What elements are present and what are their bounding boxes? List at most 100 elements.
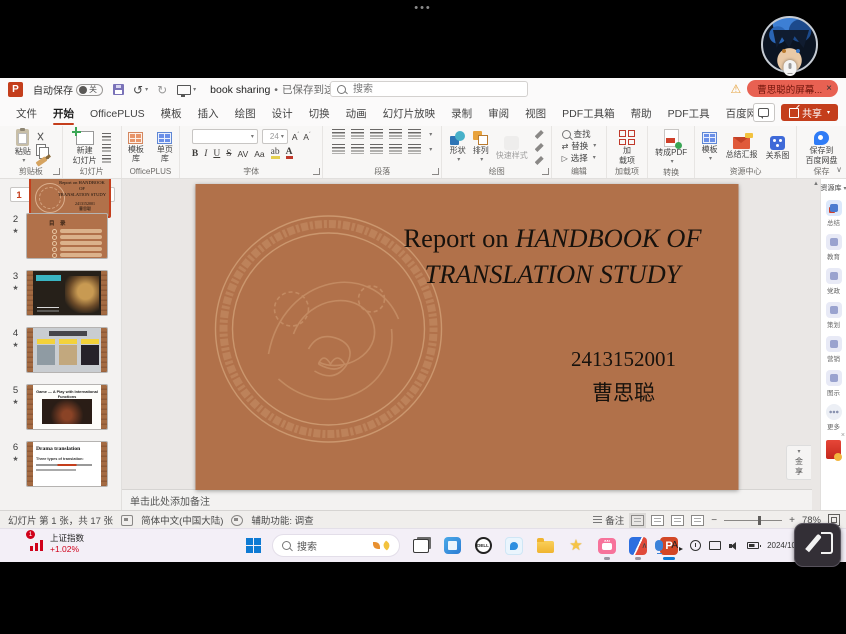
highlight-icon[interactable]: ab	[271, 148, 280, 159]
tray-display-icon[interactable]	[709, 541, 721, 550]
menu-tab-officeplus[interactable]: OfficePLUS	[82, 101, 153, 126]
ime-indicator[interactable]: A	[671, 540, 682, 551]
scroll-up-icon[interactable]: ▲	[813, 181, 819, 510]
slide-author-textbox[interactable]: 2413152001 曹思聪	[514, 342, 734, 410]
tray-microphone-icon[interactable]	[655, 540, 663, 551]
menu-tab-insert[interactable]: 插入	[190, 101, 227, 126]
slide-1[interactable]: Report on HANDBOOK OF TRANSLATION STUDY …	[196, 184, 739, 490]
paste-button[interactable]: 粘贴 ▾	[15, 129, 31, 166]
layout-icon[interactable]	[102, 133, 111, 141]
columns-icon[interactable]	[408, 144, 421, 154]
slide-canvas[interactable]: Report on HANDBOOK OF TRANSLATION STUDY …	[122, 179, 812, 489]
sidebar-item-diagram[interactable]: 图示	[826, 370, 842, 397]
star-app-button[interactable]: ★	[566, 533, 586, 559]
shape-effects-icon[interactable]	[535, 156, 544, 165]
menu-tab-home[interactable]: 开始	[45, 101, 82, 126]
menu-tab-slideshow[interactable]: 幻灯片放映	[375, 101, 444, 126]
notes-pane[interactable]: 单击此处添加备注	[122, 489, 812, 510]
quick-styles-button[interactable]: 快速样式	[496, 136, 528, 160]
slide-sorter-view-button[interactable]	[651, 515, 664, 526]
collapsed-side-tab[interactable]: ▾ 金享	[786, 445, 811, 480]
comments-button[interactable]	[753, 103, 775, 122]
save-to-pan-button[interactable]: 保存到 百度网盘	[805, 131, 837, 165]
bold-icon[interactable]: B	[192, 149, 198, 159]
drawing-dialog-launcher[interactable]	[542, 168, 549, 175]
arrange-button[interactable]: 排列 ▾	[473, 131, 489, 165]
quick-access-caret-icon[interactable]: ▾	[193, 86, 196, 93]
new-slide-button[interactable]: 新建 幻灯片	[73, 131, 97, 165]
shrink-font-icon[interactable]: Aˇ	[303, 132, 310, 142]
menu-tab-design[interactable]: 设计	[264, 101, 301, 126]
tray-date[interactable]: 2024/10	[767, 541, 796, 550]
template-button[interactable]: 模板 ▾	[702, 132, 718, 164]
menu-tab-animations[interactable]: 动画	[338, 101, 375, 126]
italic-icon[interactable]: I	[204, 149, 207, 159]
sidebar-item-more[interactable]: 更多	[826, 404, 842, 431]
battery-icon[interactable]	[747, 542, 759, 549]
tray-clock-icon[interactable]	[690, 540, 701, 551]
taskbar-search[interactable]: 搜索	[272, 534, 400, 557]
webcam-avatar[interactable]	[761, 16, 818, 73]
accessibility-status[interactable]: 辅助功能: 调查	[251, 513, 313, 527]
increase-indent-icon[interactable]	[389, 129, 402, 139]
align-right-icon[interactable]	[370, 144, 383, 154]
convert-pdf-button[interactable]: 转成PDF ▾	[655, 129, 687, 167]
numbering-icon[interactable]	[351, 129, 364, 139]
menu-tab-file[interactable]: 文件	[8, 101, 45, 126]
snip-overlay-button[interactable]	[794, 523, 841, 567]
screen-share-pill[interactable]: 曹思聪的屏幕... ×	[747, 80, 838, 97]
decrease-indent-icon[interactable]	[370, 129, 383, 139]
strikethrough-icon[interactable]: S	[226, 149, 231, 159]
line-spacing-icon[interactable]	[408, 129, 421, 139]
menu-tab-review[interactable]: 审阅	[480, 101, 517, 126]
autosave-switch[interactable]: 关	[76, 84, 103, 96]
menu-tab-pdf-toolbox[interactable]: PDF工具箱	[554, 101, 623, 126]
menu-tab-transitions[interactable]: 切换	[301, 101, 338, 126]
vertical-scrollbar[interactable]: ▲	[812, 179, 820, 510]
align-left-icon[interactable]	[332, 144, 345, 154]
text-direction-caret-icon[interactable]: ▾	[429, 146, 432, 153]
paragraph-dialog-launcher[interactable]	[432, 168, 439, 175]
section-icon[interactable]	[102, 155, 111, 163]
bilibili-button[interactable]	[597, 533, 617, 559]
menu-tab-help[interactable]: 帮助	[623, 101, 660, 126]
shapes-button[interactable]: 形状 ▾	[450, 131, 466, 165]
menu-tab-template[interactable]: 模板	[153, 101, 190, 126]
volume-icon[interactable]	[729, 542, 739, 550]
change-case-icon[interactable]: Aa	[254, 149, 264, 159]
share-button[interactable]: 共享 ▾	[781, 104, 838, 121]
char-spacing-icon[interactable]: AV	[238, 149, 249, 159]
summary-report-button[interactable]: 总结汇报	[726, 137, 758, 159]
chat-app-button[interactable]	[504, 533, 524, 559]
replace-button[interactable]: ⇄替换▾	[562, 141, 597, 152]
menu-tab-pdf-tools[interactable]: PDF工具	[660, 101, 718, 126]
bullets-icon[interactable]	[332, 129, 345, 139]
thumbnail-2[interactable]: 2★ 目 录	[10, 213, 115, 259]
dell-app-button[interactable]: DELL	[473, 533, 493, 559]
slideshow-view-button[interactable]	[691, 515, 704, 526]
reset-icon[interactable]	[102, 144, 111, 152]
red-envelope-icon[interactable]	[826, 440, 841, 459]
thumbnail-5[interactable]: 5★ Game — A Play with International Func…	[10, 384, 115, 430]
clipboard-dialog-launcher[interactable]	[53, 168, 60, 175]
font-dialog-launcher[interactable]	[313, 168, 320, 175]
relation-diagram-button[interactable]: 关系图	[766, 136, 790, 160]
undo-caret-icon[interactable]: ▾	[145, 86, 148, 93]
search-input[interactable]	[351, 83, 521, 96]
file-explorer-button[interactable]	[535, 533, 555, 559]
select-button[interactable]: ▷选择▾	[562, 153, 596, 164]
font-color-icon[interactable]: A	[286, 148, 293, 159]
close-icon[interactable]: ×	[826, 83, 832, 94]
format-painter-icon[interactable]	[35, 156, 47, 166]
reading-view-button[interactable]	[671, 515, 684, 526]
shape-outline-icon[interactable]	[535, 143, 544, 152]
normal-view-button[interactable]	[631, 515, 644, 526]
notes-toggle-button[interactable]: 备注	[593, 513, 624, 527]
sidebar-item-marketing[interactable]: 营销	[826, 336, 842, 363]
slideshow-icon[interactable]	[177, 85, 191, 95]
undo-icon[interactable]: ↺	[133, 84, 143, 96]
meeting-menu-dots[interactable]: •••	[414, 2, 432, 14]
font-size-select[interactable]: 24▾	[262, 129, 288, 144]
warning-icon[interactable]: ⚠	[730, 82, 741, 96]
slide-title-textbox[interactable]: Report on HANDBOOK OF TRANSLATION STUDY	[374, 220, 732, 292]
